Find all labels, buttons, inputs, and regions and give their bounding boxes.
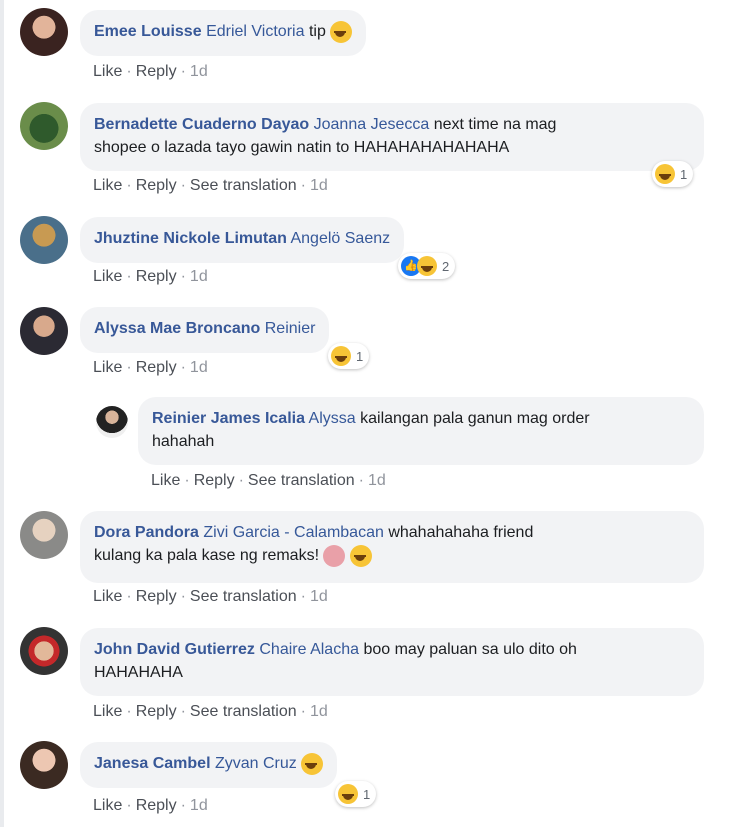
- comment-author[interactable]: John David Gutierrez: [94, 641, 255, 658]
- haha-reaction-icon: [338, 784, 358, 804]
- comment-actions: Like · Reply · See translation · 1d: [151, 472, 386, 489]
- comment-text: whahahahaha friend: [388, 524, 534, 541]
- reaction-summary[interactable]: 1: [328, 343, 370, 369]
- reaction-summary[interactable]: 👍 2: [398, 253, 456, 279]
- comment-mention[interactable]: Zyvan Cruz: [215, 755, 297, 772]
- reply-link[interactable]: Reply: [136, 268, 177, 285]
- reaction-count: 1: [356, 348, 364, 364]
- comment-author[interactable]: Emee Louisse: [94, 23, 202, 40]
- comment-actions: Like · Reply · 1d: [93, 63, 208, 80]
- like-link[interactable]: Like: [93, 63, 122, 80]
- reply-bubble: Reinier James Icalia Alyssa kailangan pa…: [138, 397, 704, 465]
- comment-bubble: John David Gutierrez Chaire Alacha boo m…: [80, 628, 704, 696]
- comment-time[interactable]: 1d: [190, 797, 208, 814]
- comment-bubble: Emee Louisse Edriel Victoria tip: [80, 10, 367, 56]
- avatar[interactable]: [20, 8, 68, 56]
- see-translation-link[interactable]: See translation: [248, 472, 355, 489]
- comment-text-line2: kulang ka pala kase ng remaks!: [94, 547, 320, 564]
- avatar[interactable]: [96, 406, 128, 438]
- comment-actions: Like · Reply · See translation · 1d: [93, 588, 328, 605]
- comment-author[interactable]: Reinier James Icalia: [152, 410, 305, 427]
- comment-bubble: Alyssa Mae Broncano Reinier: [80, 307, 330, 353]
- comment-mention[interactable]: Alyssa: [309, 410, 356, 427]
- woman-gesture-emoji: [323, 544, 346, 567]
- comment-time[interactable]: 1d: [310, 588, 328, 605]
- like-link[interactable]: Like: [93, 359, 122, 376]
- comment-author[interactable]: Janesa Cambel: [94, 755, 211, 772]
- like-link[interactable]: Like: [93, 177, 122, 194]
- like-link[interactable]: Like: [93, 588, 122, 605]
- comment-time[interactable]: 1d: [310, 703, 328, 720]
- reply-link[interactable]: Reply: [136, 359, 177, 376]
- reply-link[interactable]: Reply: [136, 703, 177, 720]
- like-link[interactable]: Like: [93, 797, 122, 814]
- reaction-count: 1: [363, 786, 371, 802]
- comment-bubble: Bernadette Cuaderno Dayao Joanna Jesecca…: [80, 103, 704, 171]
- comment-actions: Like · Reply · 1d: [93, 359, 208, 376]
- see-translation-link[interactable]: See translation: [190, 703, 297, 720]
- comment-author[interactable]: Bernadette Cuaderno Dayao: [94, 116, 309, 133]
- comment-mention[interactable]: Joanna Jesecca: [314, 116, 430, 133]
- comment-text: boo may paluan sa ulo dito oh: [363, 641, 577, 658]
- reaction-summary[interactable]: 1: [652, 161, 694, 187]
- see-translation-link[interactable]: See translation: [190, 588, 297, 605]
- comment-mention[interactable]: Reinier: [265, 320, 316, 337]
- comment-actions: Like · Reply · See translation · 1d: [93, 703, 328, 720]
- comment-text: kailangan pala ganun mag order: [360, 410, 590, 427]
- comment-author[interactable]: Jhuztine Nickole Limutan: [94, 230, 287, 247]
- comment-text-line2: HAHAHAHA: [94, 664, 183, 681]
- comment-mention[interactable]: Edriel Victoria: [206, 23, 304, 40]
- reply-link[interactable]: Reply: [136, 588, 177, 605]
- comment-text: next time na mag: [433, 116, 557, 133]
- comment-actions: Like · Reply · 1d: [93, 268, 208, 285]
- reaction-count: 1: [680, 166, 688, 182]
- avatar[interactable]: [20, 627, 68, 675]
- comment-time[interactable]: 1d: [310, 177, 328, 194]
- comment-time[interactable]: 1d: [190, 268, 208, 285]
- reply-link[interactable]: Reply: [194, 472, 235, 489]
- avatar[interactable]: [20, 216, 68, 264]
- comment-actions: Like · Reply · 1d: [93, 797, 208, 814]
- haha-reaction-icon: [417, 256, 437, 276]
- comment-mention[interactable]: Chaire Alacha: [259, 641, 359, 658]
- comment-text: tip: [308, 23, 326, 40]
- avatar[interactable]: [20, 102, 68, 150]
- left-border: [0, 0, 4, 827]
- laughing-emoji-icon: [330, 20, 353, 43]
- comment-author[interactable]: Alyssa Mae Broncano: [94, 320, 260, 337]
- comment-mention[interactable]: Angelö Saenz: [290, 230, 390, 247]
- comment-bubble: Dora Pandora Zivi Garcia - Calambacan wh…: [80, 511, 704, 583]
- see-translation-link[interactable]: See translation: [190, 177, 297, 194]
- comment-time[interactable]: 1d: [190, 359, 208, 376]
- reaction-count: 2: [442, 258, 450, 274]
- laughing-emoji-icon: [349, 544, 372, 567]
- comment-text-line2: shopee o lazada tayo gawin natin to HAHA…: [94, 139, 510, 156]
- comment-mention[interactable]: Zivi Garcia - Calambacan: [203, 524, 384, 541]
- reply-link[interactable]: Reply: [136, 63, 177, 80]
- comment-text-line2: hahahah: [152, 433, 215, 450]
- like-link[interactable]: Like: [93, 703, 122, 720]
- comment-actions: Like · Reply · See translation · 1d: [93, 177, 328, 194]
- avatar[interactable]: [20, 307, 68, 355]
- haha-reaction-icon: [331, 346, 351, 366]
- reply-link[interactable]: Reply: [136, 797, 177, 814]
- avatar[interactable]: [20, 741, 68, 789]
- comment-author[interactable]: Dora Pandora: [94, 524, 199, 541]
- comment-bubble: Jhuztine Nickole Limutan Angelö Saenz: [80, 217, 405, 263]
- reply-link[interactable]: Reply: [136, 177, 177, 194]
- comment-time[interactable]: 1d: [368, 472, 386, 489]
- laughing-emoji-icon: [301, 752, 324, 775]
- like-link[interactable]: Like: [93, 268, 122, 285]
- haha-reaction-icon: [655, 164, 675, 184]
- avatar[interactable]: [20, 511, 68, 559]
- reaction-summary[interactable]: 1: [335, 781, 377, 807]
- like-link[interactable]: Like: [151, 472, 180, 489]
- comment-bubble: Janesa Cambel Zyvan Cruz: [80, 742, 338, 788]
- comment-time[interactable]: 1d: [190, 63, 208, 80]
